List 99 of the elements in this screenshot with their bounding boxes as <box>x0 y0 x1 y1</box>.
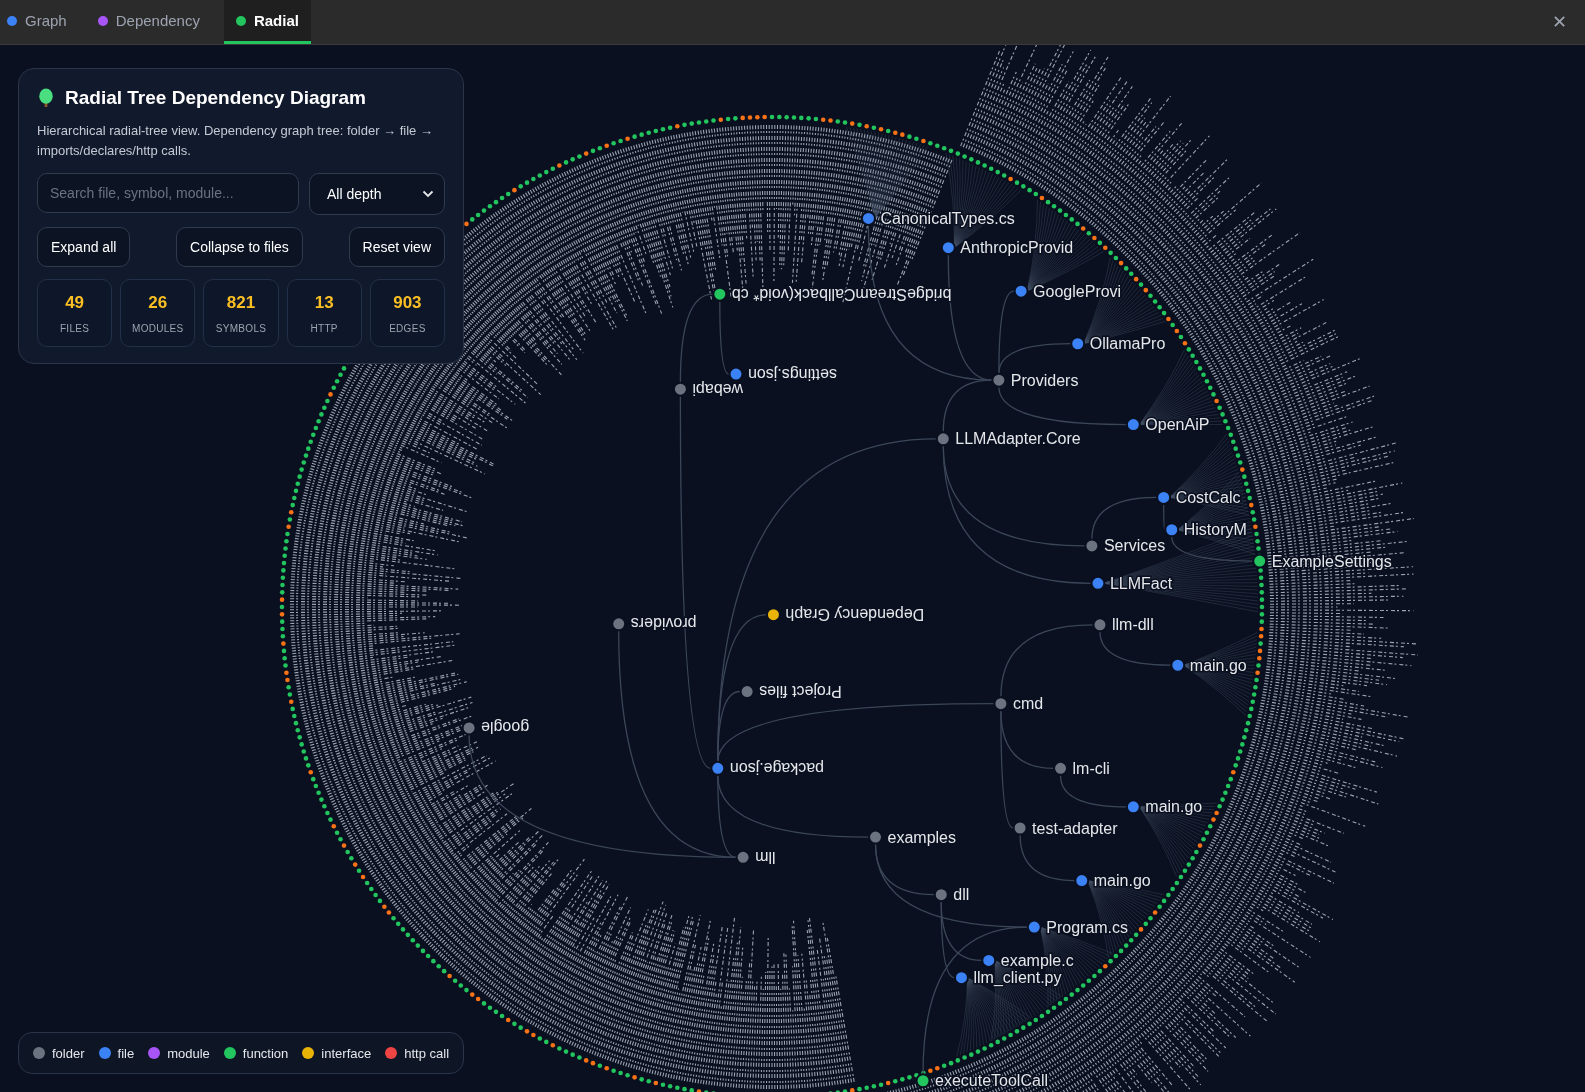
legend-label: function <box>242 1045 289 1061</box>
tree-node[interactable] <box>672 381 688 397</box>
stat-label: MODULES <box>132 322 184 334</box>
tree-edge <box>1163 503 1166 531</box>
node-label: llm_client.py <box>973 969 1062 987</box>
legend-label: module <box>167 1045 210 1061</box>
tree-node[interactable] <box>993 696 1009 712</box>
node-label: bridgeStreamCallback(void* cb <box>731 285 952 303</box>
tree-node[interactable] <box>1164 522 1180 538</box>
node-label: dll <box>953 886 970 904</box>
tree-node[interactable] <box>1012 820 1028 836</box>
node-label: GoogleProvi <box>1033 282 1122 300</box>
stat-label: SYMBOLS <box>215 322 267 334</box>
node-label: cmd <box>1012 695 1044 713</box>
node-label: llm-dll <box>1111 616 1154 634</box>
tree-node[interactable] <box>712 286 728 302</box>
stat-value: 903 <box>393 292 422 313</box>
node-label: main.go <box>1189 656 1247 674</box>
node-label: webapi <box>692 380 744 398</box>
node-label: settings.json <box>748 365 837 383</box>
action-button[interactable]: Reset view <box>348 227 445 267</box>
close-button[interactable]: ✕ <box>1534 0 1585 44</box>
tree-node[interactable] <box>1156 489 1172 505</box>
tree-node[interactable] <box>1070 336 1086 352</box>
tree-node[interactable] <box>981 952 997 968</box>
tree-node[interactable] <box>611 616 627 632</box>
node-label: OpenAiP <box>1145 416 1210 434</box>
tree-node[interactable] <box>1125 799 1141 815</box>
tree-node[interactable] <box>1074 873 1090 889</box>
node-label: OllamaPro <box>1089 335 1166 353</box>
node-label: Program.cs <box>1046 918 1129 936</box>
node-label: Providers <box>1010 371 1079 389</box>
tree-node[interactable] <box>1252 553 1268 569</box>
chevron-down-icon <box>422 190 434 198</box>
tree-node[interactable] <box>1026 919 1042 935</box>
tree-node[interactable] <box>860 210 876 226</box>
node-label: main.go <box>1145 798 1203 816</box>
status-dot-icon <box>97 15 108 26</box>
tree-node[interactable] <box>1170 657 1186 673</box>
node-label: test-adapter <box>1032 819 1118 837</box>
tree-node[interactable] <box>1090 575 1106 591</box>
tree-node[interactable] <box>991 372 1007 388</box>
tree-node[interactable] <box>1092 617 1108 633</box>
node-label: lm-cli <box>1072 759 1110 777</box>
node-label: Project files <box>759 683 842 700</box>
tree-node[interactable] <box>953 970 969 986</box>
node-label: google <box>481 719 530 737</box>
node-label: main.go <box>1093 872 1151 890</box>
node-label: HistoryM <box>1183 521 1247 539</box>
tree-node[interactable] <box>1013 283 1029 299</box>
tree-node[interactable] <box>933 887 949 903</box>
tree-node[interactable] <box>868 829 884 845</box>
tree-node[interactable] <box>940 240 956 256</box>
node-label: Dependency Graph <box>785 606 925 624</box>
tree-node[interactable] <box>935 431 951 447</box>
stat-value: 13 <box>314 292 334 313</box>
status-dot-icon <box>7 15 17 26</box>
node-label: examples <box>887 828 956 846</box>
stat-label: HTTP <box>310 322 338 334</box>
legend-label: http call <box>404 1045 450 1061</box>
panel-title: Radial Tree Dependency Diagram <box>65 87 366 109</box>
node-label: llm <box>755 848 776 866</box>
tree-node[interactable] <box>1084 538 1100 554</box>
tab[interactable]: Graph <box>0 0 79 44</box>
tree-node[interactable] <box>1053 760 1069 776</box>
stat-value: 821 <box>226 292 256 313</box>
tree-node[interactable] <box>710 760 726 776</box>
tree-node[interactable] <box>728 366 744 382</box>
action-button[interactable]: Collapse to files <box>176 227 303 267</box>
legend-label: file <box>117 1045 135 1061</box>
node-label: CostCalc <box>1175 488 1241 506</box>
legend-label: interface <box>321 1045 372 1061</box>
tree-node[interactable] <box>735 849 751 865</box>
stat-value: 26 <box>148 292 168 313</box>
panel-description: Hierarchical radial-tree view. Dependency graph tree: folder → file → imports/declares/http calls. <box>37 122 434 160</box>
tree-edge <box>1059 774 1127 808</box>
node-label: Services <box>1103 537 1166 555</box>
node-label: LLMFact <box>1109 574 1173 592</box>
stat-value: 49 <box>65 292 85 313</box>
node-label: providers <box>630 615 697 633</box>
tree-node[interactable] <box>1125 417 1141 433</box>
legend-label: folder <box>52 1045 85 1061</box>
node-label: package.json <box>729 759 825 777</box>
node-label: LLMAdapter.Core <box>955 430 1081 448</box>
depth-select[interactable]: All depth <box>309 173 445 215</box>
stat-label: FILES <box>59 322 90 334</box>
status-dot-icon <box>235 15 246 26</box>
tab[interactable]: Dependency <box>90 0 212 44</box>
tree-node[interactable] <box>739 684 755 699</box>
node-label: example.c <box>1000 951 1074 969</box>
tree-node[interactable] <box>915 1073 931 1089</box>
tab[interactable]: Radial <box>223 0 311 44</box>
search-field[interactable]: Search file, symbol, module... <box>37 173 299 213</box>
tree-node[interactable] <box>461 720 477 736</box>
tree-node[interactable] <box>765 607 781 623</box>
stat-label: EDGES <box>389 322 426 334</box>
action-button[interactable]: Expand all <box>37 227 131 267</box>
node-label: AnthropicProvid <box>960 239 1074 257</box>
tree-icon <box>37 88 55 108</box>
